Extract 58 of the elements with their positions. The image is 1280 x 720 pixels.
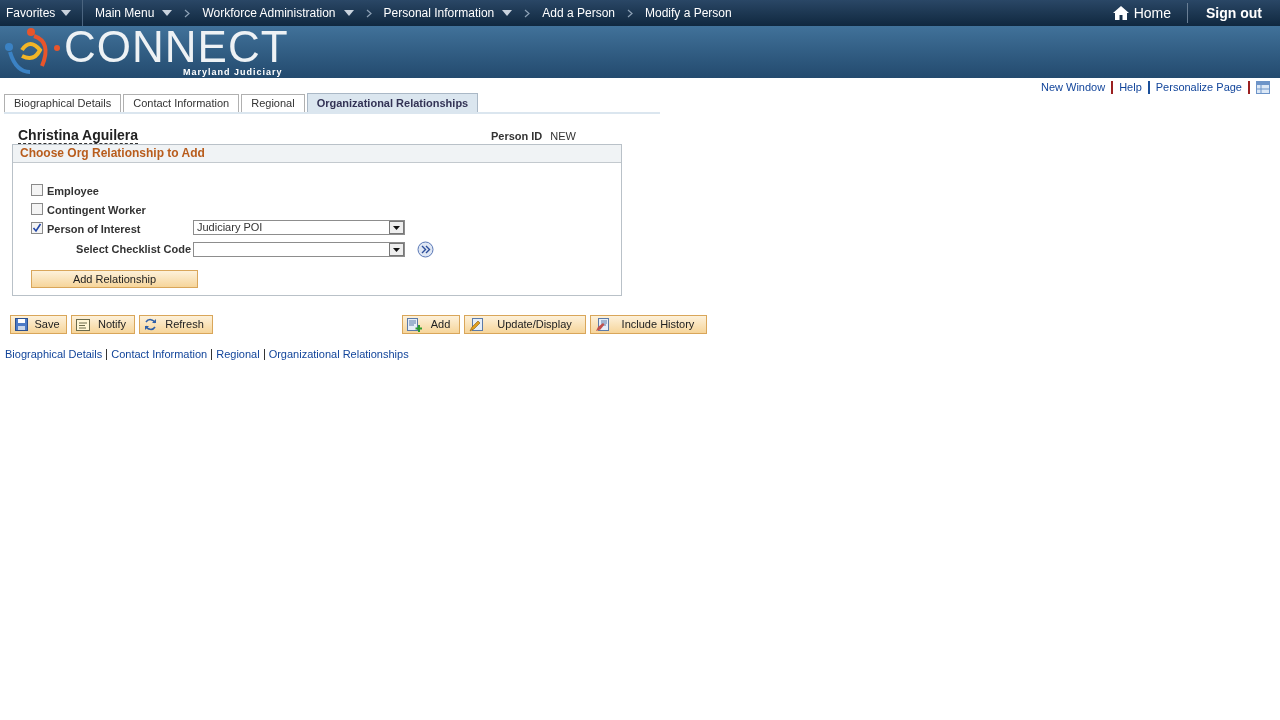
tab[interactable]: Regional (241, 94, 305, 112)
pencil-document-icon (469, 317, 484, 332)
checkbox[interactable] (31, 202, 43, 215)
checkbox[interactable] (31, 183, 43, 196)
breadcrumb-item[interactable]: Workforce Administration (202, 4, 354, 22)
page-link[interactable]: Organizational Relationships (268, 346, 409, 363)
chevron-icon (524, 8, 531, 18)
add-relationship-button[interactable]: Add Relationship (31, 270, 198, 288)
chevron-icon (365, 8, 372, 18)
toolbar-button[interactable]: Notify (71, 315, 135, 334)
checkbox-label: Contingent Worker (47, 202, 147, 218)
dropdown-value: Judiciary POI (197, 220, 263, 236)
page-link[interactable]: Biographical Details (5, 346, 103, 363)
field-value: NEW (550, 128, 576, 144)
logo-wordmark: CONNECT (64, 27, 289, 67)
checkbox-label: Employee (47, 183, 100, 199)
dropdown-field[interactable]: Judiciary POI (193, 220, 405, 235)
note-icon (76, 318, 90, 331)
breadcrumb-item[interactable]: Main Menu (95, 4, 173, 22)
toolbar-button[interactable]: Save (10, 315, 67, 334)
page-link[interactable]: New Window (1040, 79, 1106, 96)
double-chevron-icon[interactable] (417, 241, 434, 258)
toolbar-button[interactable]: Refresh (139, 315, 213, 334)
logo-icon (4, 28, 60, 76)
breadcrumb-item[interactable]: Add a Person (542, 4, 615, 22)
grid-icon[interactable] (1256, 81, 1270, 94)
tab[interactable]: Contact Information (123, 94, 240, 112)
section-title: Choose Org Relationship to Add (13, 145, 621, 163)
chevron-icon (627, 8, 633, 18)
add-document-icon (407, 317, 422, 332)
logo-subtitle: Maryland Judiciary (183, 67, 283, 77)
toolbar-button[interactable]: Add (402, 315, 460, 334)
home-link[interactable]: Home (1096, 3, 1188, 23)
caret-icon (61, 10, 72, 16)
page-link[interactable]: Regional (216, 346, 260, 363)
person-name: Christina Aguilera (18, 128, 139, 144)
page-link[interactable]: Personalize Page (1155, 79, 1242, 96)
home-icon (1112, 6, 1129, 20)
history-document-icon (595, 317, 610, 332)
caret-icon (502, 10, 513, 16)
page-link[interactable]: Contact Information (111, 346, 208, 363)
breadcrumb-item[interactable]: Modify a Person (645, 4, 732, 22)
chevron-icon (184, 8, 191, 18)
page-link[interactable]: Help (1119, 79, 1142, 96)
toolbar-button[interactable]: Update/Display (464, 315, 586, 334)
checkbox[interactable] (31, 221, 43, 234)
dropdown-field[interactable] (193, 242, 405, 257)
tab[interactable]: Biographical Details (4, 94, 122, 112)
field-label: Person ID (490, 128, 543, 144)
caret-icon (162, 10, 173, 16)
checkbox-label: Person of Interest (47, 221, 142, 237)
sign-out-link[interactable]: Sign out (1188, 2, 1280, 24)
caret-icon (343, 10, 354, 16)
field-label: Select Checklist Code (75, 242, 192, 258)
refresh-icon (144, 318, 157, 331)
tab[interactable]: Organizational Relationships (306, 93, 479, 112)
toolbar-button[interactable]: Include History (590, 315, 707, 334)
breadcrumb-item[interactable]: Personal Information (383, 4, 513, 22)
